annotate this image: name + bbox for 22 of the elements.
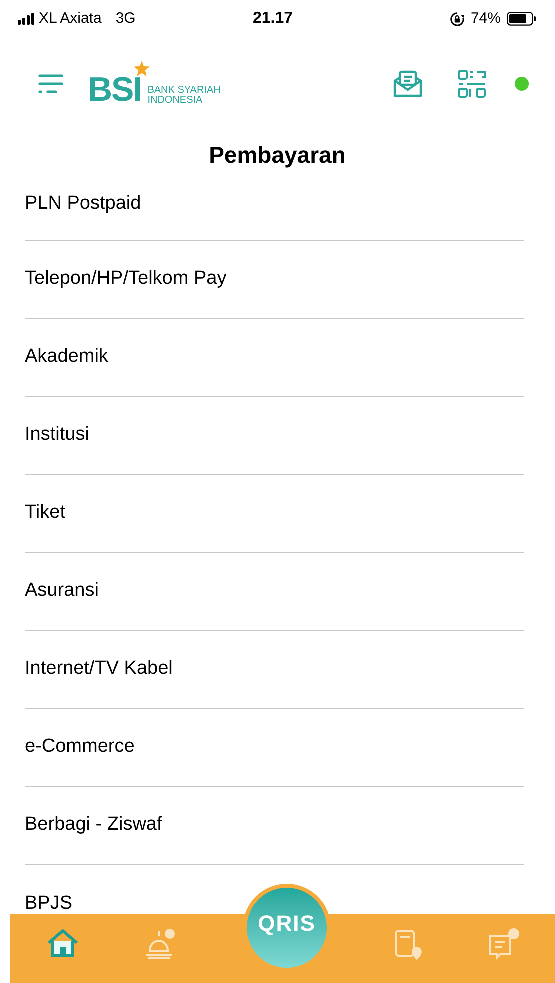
clock-time: 21.17 bbox=[253, 9, 294, 29]
page-title: Pembayaran bbox=[209, 140, 346, 170]
payment-category-item[interactable]: Internet/TV Kabel bbox=[25, 655, 173, 684]
payment-category-item[interactable]: e-Commerce bbox=[25, 733, 135, 762]
signal-icon bbox=[18, 13, 35, 25]
carrier-name: XL Axiata bbox=[39, 8, 102, 29]
menu-icon[interactable] bbox=[38, 73, 64, 95]
help-chat-icon[interactable] bbox=[487, 928, 521, 962]
payment-category-item[interactable]: PLN Postpaid bbox=[25, 190, 142, 218]
battery-icon bbox=[507, 12, 537, 26]
inbox-icon[interactable] bbox=[393, 70, 423, 98]
rotation-lock-icon bbox=[450, 12, 465, 26]
battery-percent: 74% bbox=[470, 8, 501, 29]
payment-category-item[interactable]: BPJS bbox=[25, 890, 73, 918]
payment-category-item[interactable]: Tiket bbox=[25, 499, 66, 528]
payment-category-item[interactable]: Institusi bbox=[25, 421, 90, 450]
payment-category-item[interactable]: Berbagi - Ziswaf bbox=[25, 811, 162, 840]
payment-category-item[interactable]: Akademik bbox=[25, 343, 108, 372]
qr-scan-icon[interactable] bbox=[457, 69, 487, 99]
payment-category-item[interactable]: Telepon/HP/Telkom Pay bbox=[25, 265, 227, 294]
payment-category-item[interactable]: Asuransi bbox=[25, 577, 99, 606]
network-type: 3G bbox=[116, 8, 136, 29]
